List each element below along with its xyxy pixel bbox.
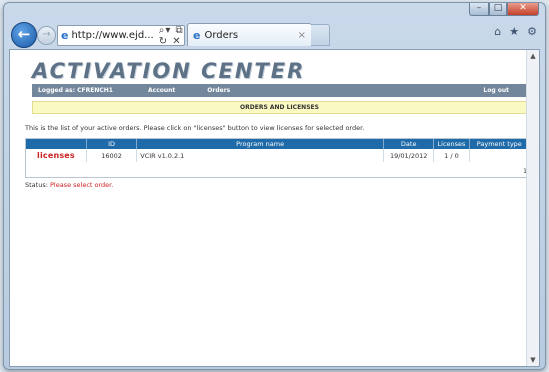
scroll-up-icon[interactable]: ▲ bbox=[527, 50, 539, 62]
col-id: ID bbox=[86, 139, 138, 149]
ie-page-icon: e bbox=[61, 29, 69, 42]
table-row[interactable]: licenses 16002 VCIR v1.0.2.1 19/01/2012 … bbox=[26, 149, 531, 162]
row-date: 19/01/2012 bbox=[383, 149, 435, 162]
status-line: Status: Please select order. bbox=[25, 181, 113, 189]
close-tab-icon[interactable]: × bbox=[298, 30, 306, 41]
nav-account-link[interactable]: Account bbox=[148, 87, 175, 94]
row-licenses: 1 / 0 bbox=[433, 149, 470, 162]
address-url[interactable]: http://www.ejd... bbox=[71, 30, 153, 41]
info-text: This is the list of your active orders. … bbox=[25, 124, 365, 132]
col-program: Program name bbox=[136, 139, 385, 149]
row-payment bbox=[469, 149, 531, 162]
address-controls-icon[interactable]: ⌕▾ ⧉ ↻ ✕ bbox=[159, 25, 184, 47]
forward-button[interactable]: → bbox=[37, 26, 56, 45]
nav-orders-link[interactable]: Orders bbox=[207, 87, 230, 94]
close-window-button[interactable]: ✕ bbox=[507, 3, 539, 16]
tab-orders[interactable]: e Orders × bbox=[187, 23, 312, 46]
ie-tab-icon: e bbox=[193, 28, 201, 42]
row-action-cell: licenses bbox=[26, 149, 87, 162]
col-payment: Payment type bbox=[469, 139, 531, 149]
address-bar[interactable]: e http://www.ejd... ⌕▾ ⧉ ↻ ✕ bbox=[57, 25, 185, 47]
licenses-button[interactable]: licenses bbox=[37, 151, 75, 160]
col-date: Date bbox=[383, 139, 435, 149]
nav-bar: Logged as: CFRENCH1 Account Orders Log o… bbox=[32, 84, 527, 97]
table-header-row: ID Program name Date Licenses Payment ty… bbox=[26, 139, 531, 149]
logout-link[interactable]: Log out bbox=[483, 87, 509, 94]
minimize-button[interactable]: – bbox=[469, 3, 489, 16]
vertical-scrollbar[interactable]: ▲ ▼ bbox=[526, 50, 539, 366]
section-title: ORDERS AND LICENSES bbox=[32, 101, 527, 114]
page-content: ACTIVATION CENTER Logged as: CFRENCH1 Ac… bbox=[9, 49, 540, 367]
back-arrow-icon: ← bbox=[17, 25, 31, 43]
app-logo: ACTIVATION CENTER bbox=[32, 59, 306, 83]
home-icon[interactable]: ⌂ bbox=[494, 25, 501, 38]
maximize-button[interactable]: □ bbox=[489, 3, 507, 16]
forward-arrow-icon: → bbox=[42, 29, 51, 40]
col-action bbox=[26, 139, 87, 149]
status-label: Status: bbox=[25, 181, 48, 189]
col-licenses: Licenses bbox=[433, 139, 470, 149]
gear-icon[interactable]: ⚙ bbox=[527, 25, 537, 38]
orders-table: ID Program name Date Licenses Payment ty… bbox=[25, 138, 531, 178]
window-controls: – □ ✕ bbox=[469, 3, 539, 16]
row-program: VCIR v1.0.2.1 bbox=[136, 149, 385, 162]
browser-window: – □ ✕ ← → e http://www.ejd... ⌕▾ ⧉ ↻ ✕ e… bbox=[3, 2, 546, 370]
logged-as-label: Logged as: CFRENCH1 bbox=[38, 87, 113, 94]
favorites-star-icon[interactable]: ★ bbox=[509, 25, 519, 38]
status-message: Please select order. bbox=[49, 181, 114, 189]
tab-title: Orders bbox=[204, 29, 239, 41]
toolbar-icons: ⌂ ★ ⚙ bbox=[494, 25, 537, 38]
scroll-down-icon[interactable]: ▼ bbox=[527, 354, 539, 366]
row-id: 16002 bbox=[86, 149, 138, 162]
back-button[interactable]: ← bbox=[11, 22, 37, 48]
new-tab-button[interactable] bbox=[311, 24, 330, 46]
